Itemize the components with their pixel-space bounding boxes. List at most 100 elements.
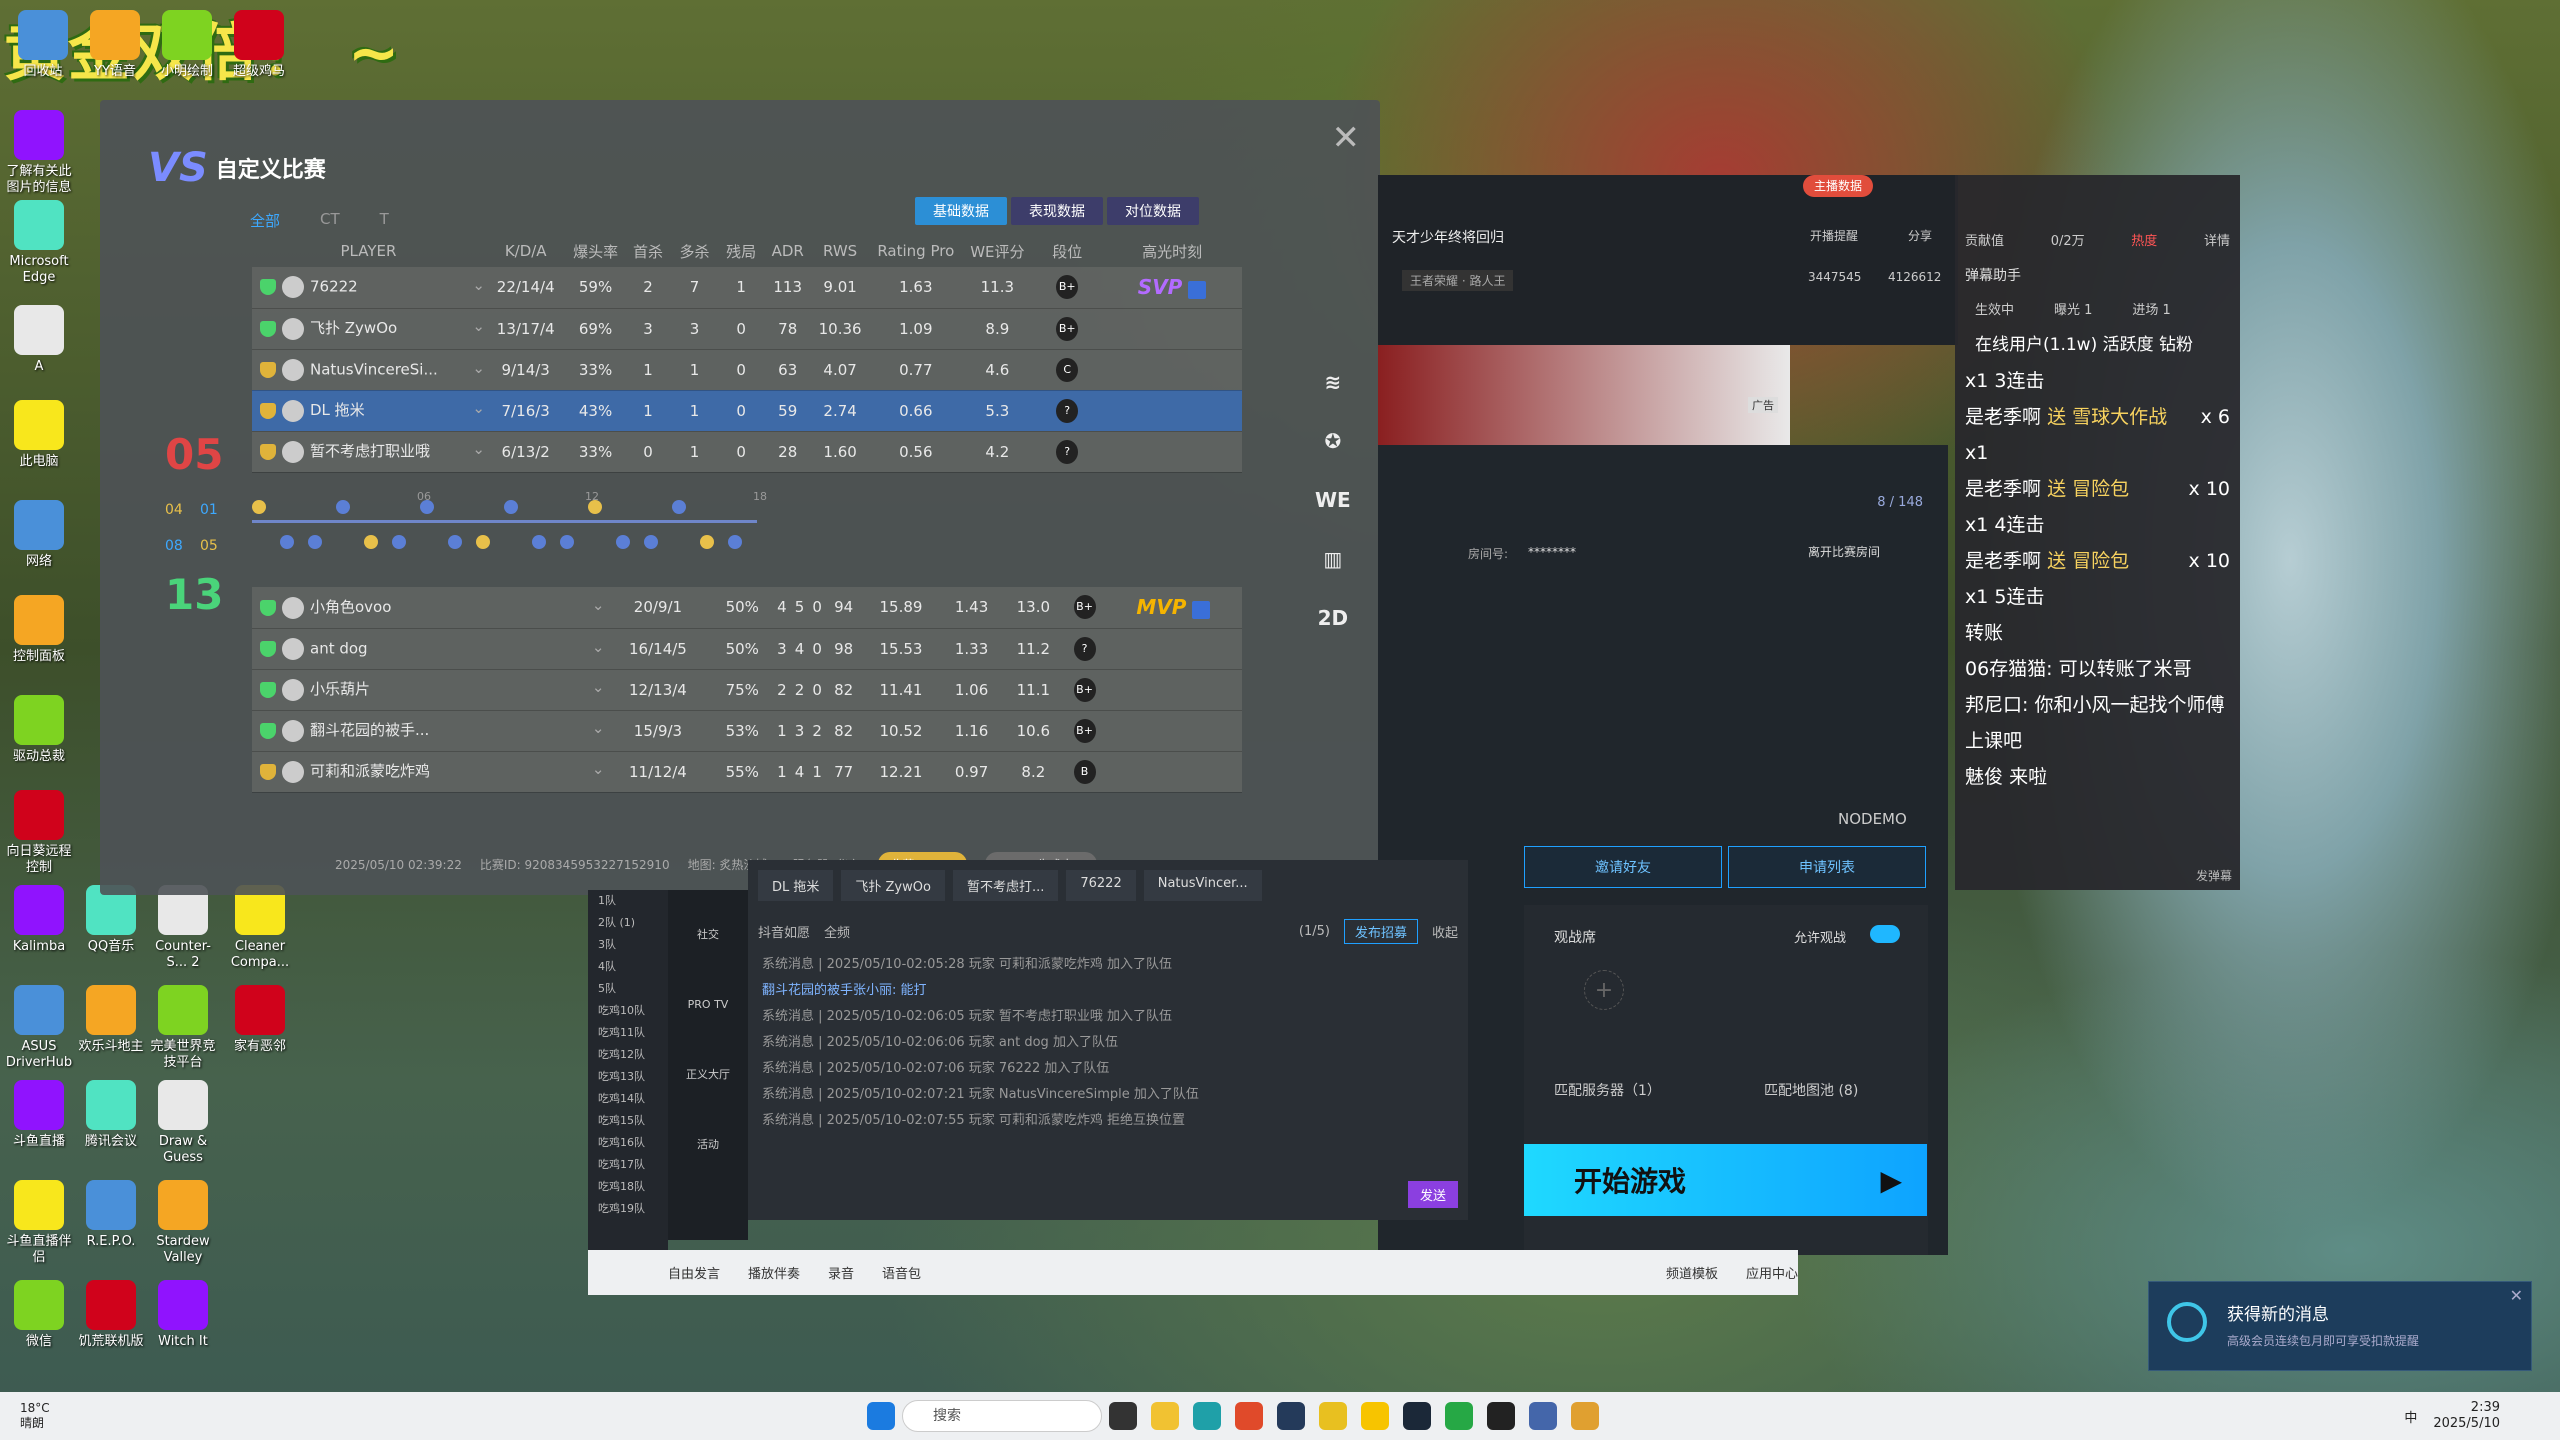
game-icon[interactable] [1361,1402,1389,1430]
round-marker[interactable] [392,535,406,549]
streamer-data-button[interactable]: 主播数据 [1803,175,1873,197]
desktop-icon[interactable]: 超级鸡马 [224,10,294,80]
match-map-select[interactable]: 匹配地图池 (8) [1764,1080,1858,1100]
left-nav-item[interactable]: 正义大厅 [668,1030,748,1100]
round-marker[interactable] [560,535,574,549]
desktop-icon[interactable]: Stardew Valley [148,1180,218,1266]
left-nav-item[interactable]: 活动 [668,1100,748,1170]
we-icon[interactable]: WE [1315,488,1351,512]
left-nav-item[interactable]: 社交 [668,890,748,960]
desktop-icon[interactable]: 向日葵远程控制 [4,790,74,876]
voice-bar-item[interactable]: 播放伴奏 [748,1263,800,1282]
round-marker[interactable] [280,535,294,549]
room-list-item[interactable]: 吃鸡19队 [588,1198,668,1220]
desktop-icon[interactable]: 网络 [4,500,74,570]
room-list-item[interactable]: 吃鸡17队 [588,1154,668,1176]
chevron-down-icon[interactable]: ⌄ [592,678,605,696]
chevron-down-icon[interactable]: ⌄ [472,440,485,458]
desktop-icon[interactable]: 小明绘制 [152,10,222,80]
obs-icon[interactable] [1487,1402,1515,1430]
voice-bar-right[interactable]: 频道模板 [1666,1263,1718,1282]
details-button[interactable]: 详情 [2204,230,2230,249]
room-list-item[interactable]: 4队 [588,956,668,978]
desktop-icon[interactable]: 回收站 [8,10,78,80]
wechat-icon[interactable] [1445,1402,1473,1430]
desktop-icon[interactable]: 驱动总裁 [4,695,74,765]
tab-performance[interactable]: 表现数据 [1011,197,1103,225]
room-list-item[interactable]: 1队 [588,890,668,912]
desktop-icon[interactable]: YY语音 [80,10,150,80]
chat-player-tab[interactable]: 暂不考虑打... [952,870,1059,901]
desktop-icon[interactable]: 家有恶邻 [225,985,295,1055]
voice-bar-right[interactable]: 应用中心 [1746,1263,1798,1282]
desktop-icon[interactable]: 微信 [4,1280,74,1350]
round-marker[interactable] [616,535,630,549]
desktop-icon[interactable]: Witch It [148,1280,218,1350]
apply-list-button[interactable]: 申请列表 [1728,846,1926,888]
room-list-item[interactable]: 吃鸡10队 [588,1000,668,1022]
player-row[interactable]: 小角色ovoo ⌄ 20/9/1 50% 4 5 0 94 15.89 1.43 13.0 B+ MV… [252,587,1242,629]
ime-indicator[interactable]: 中 [2404,1407,2417,1426]
desktop-icon[interactable]: Draw & Guess [148,1080,218,1166]
room-list-item[interactable]: 吃鸡14队 [588,1088,668,1110]
round-marker[interactable] [504,500,518,514]
edge-icon[interactable] [1193,1402,1221,1430]
steam-icon[interactable] [1403,1402,1431,1430]
match-server-select[interactable]: 匹配服务器（1） [1554,1080,1661,1100]
chevron-down-icon[interactable]: ⌄ [592,760,605,778]
left-nav-item[interactable]: PRO TV [668,960,748,1030]
desktop-icon[interactable]: R.E.P.O. [76,1180,146,1250]
room-list-item[interactable]: 吃鸡18队 [588,1176,668,1198]
app-icon[interactable] [1529,1402,1557,1430]
vs-icon[interactable] [1277,1402,1305,1430]
add-spectator-icon[interactable]: + [1584,970,1624,1010]
room-list-item[interactable]: 吃鸡11队 [588,1022,668,1044]
voice-bar-item[interactable]: 录音 [828,1263,854,1282]
desktop-icon[interactable]: Kalimba [4,885,74,955]
chevron-down-icon[interactable]: ⌄ [472,317,485,335]
room-list-item[interactable]: 3队 [588,934,668,956]
2d-icon[interactable]: 2D [1318,606,1349,630]
round-marker[interactable] [336,500,350,514]
chevron-down-icon[interactable]: ⌄ [472,359,485,377]
leave-room-button[interactable]: 离开比赛房间 [1808,543,1880,560]
player-row[interactable]: 翻斗花园的被手... ⌄ 15/9/3 53% 1 3 2 82 10.52 1.16 10.6 B… [252,710,1242,752]
invite-friends-button[interactable]: 邀请好友 [1524,846,1722,888]
round-marker[interactable] [364,535,378,549]
award-icon[interactable]: ✪ [1324,429,1341,453]
follow-reminder[interactable]: 开播提醒 [1810,227,1858,244]
tab-enter[interactable]: 进场 1 [2132,299,2170,318]
tab-matchup[interactable]: 对位数据 [1107,197,1199,225]
chat-player-tab[interactable]: DL 拖米 [758,870,834,901]
round-marker[interactable] [308,535,322,549]
player-row[interactable]: ant dog ⌄ 16/14/5 50% 3 4 0 98 15.53 1.33 11.2? [252,628,1242,670]
desktop-icon[interactable]: QQ音乐 [76,885,146,955]
filter-ct[interactable]: CT [320,210,340,231]
player-row[interactable]: NatusVincereSi... ⌄ 9/14/3 33% 1 1 0 63 4.07 0.7… [252,349,1242,391]
desktop-icon[interactable]: 此电脑 [4,400,74,470]
desktop-icon[interactable]: 完美世界竞技平台 [148,985,218,1071]
toast-close-icon[interactable]: ✕ [2510,1286,2523,1305]
qq-music-icon[interactable] [1319,1402,1347,1430]
nodemo-checkbox[interactable]: NODEMO [1838,810,1907,828]
player-row[interactable]: DL 拖米 ⌄ 7/16/3 43% 1 1 0 59 2.74 0.66 5.3? [252,390,1242,432]
send-danmu-button[interactable]: 发弹幕 [2196,867,2232,884]
voice-bar-item[interactable]: 自由发言 [668,1263,720,1282]
chevron-down-icon[interactable]: ⌄ [592,638,605,656]
collapse-button[interactable]: 收起 [1432,922,1458,941]
room-list-item[interactable]: 吃鸡16队 [588,1132,668,1154]
share-button[interactable]: 分享 [1908,227,1932,244]
chat-player-tab[interactable]: 飞扑 ZywOo [841,870,945,901]
perfect-world-icon[interactable] [1571,1402,1599,1430]
filter-t[interactable]: T [380,210,389,231]
player-row[interactable]: 飞扑 ZywOo ⌄ 13/17/4 69% 3 3 0 78 10.36 1.09 8.9 B+ [252,308,1242,350]
room-list-item[interactable]: 吃鸡13队 [588,1066,668,1088]
player-row[interactable]: 76222 ⌄ 22/14/4 59% 2 7 1 113 9.01 1.63 11.3 B+ SVP [252,267,1242,309]
chat-scope[interactable]: 全频 [824,922,850,941]
allow-watch-toggle[interactable] [1870,925,1900,943]
desktop-icon[interactable]: A [4,305,74,375]
notification-toast[interactable]: 获得新的消息 高级会员连续包月即可享受扣款提醒 ✕ [2148,1281,2532,1371]
start-game-button[interactable]: 开始游戏 ▶ [1524,1144,1927,1216]
desktop-icon[interactable]: 斗鱼直播 [4,1080,74,1150]
chevron-down-icon[interactable]: ⌄ [472,276,485,294]
